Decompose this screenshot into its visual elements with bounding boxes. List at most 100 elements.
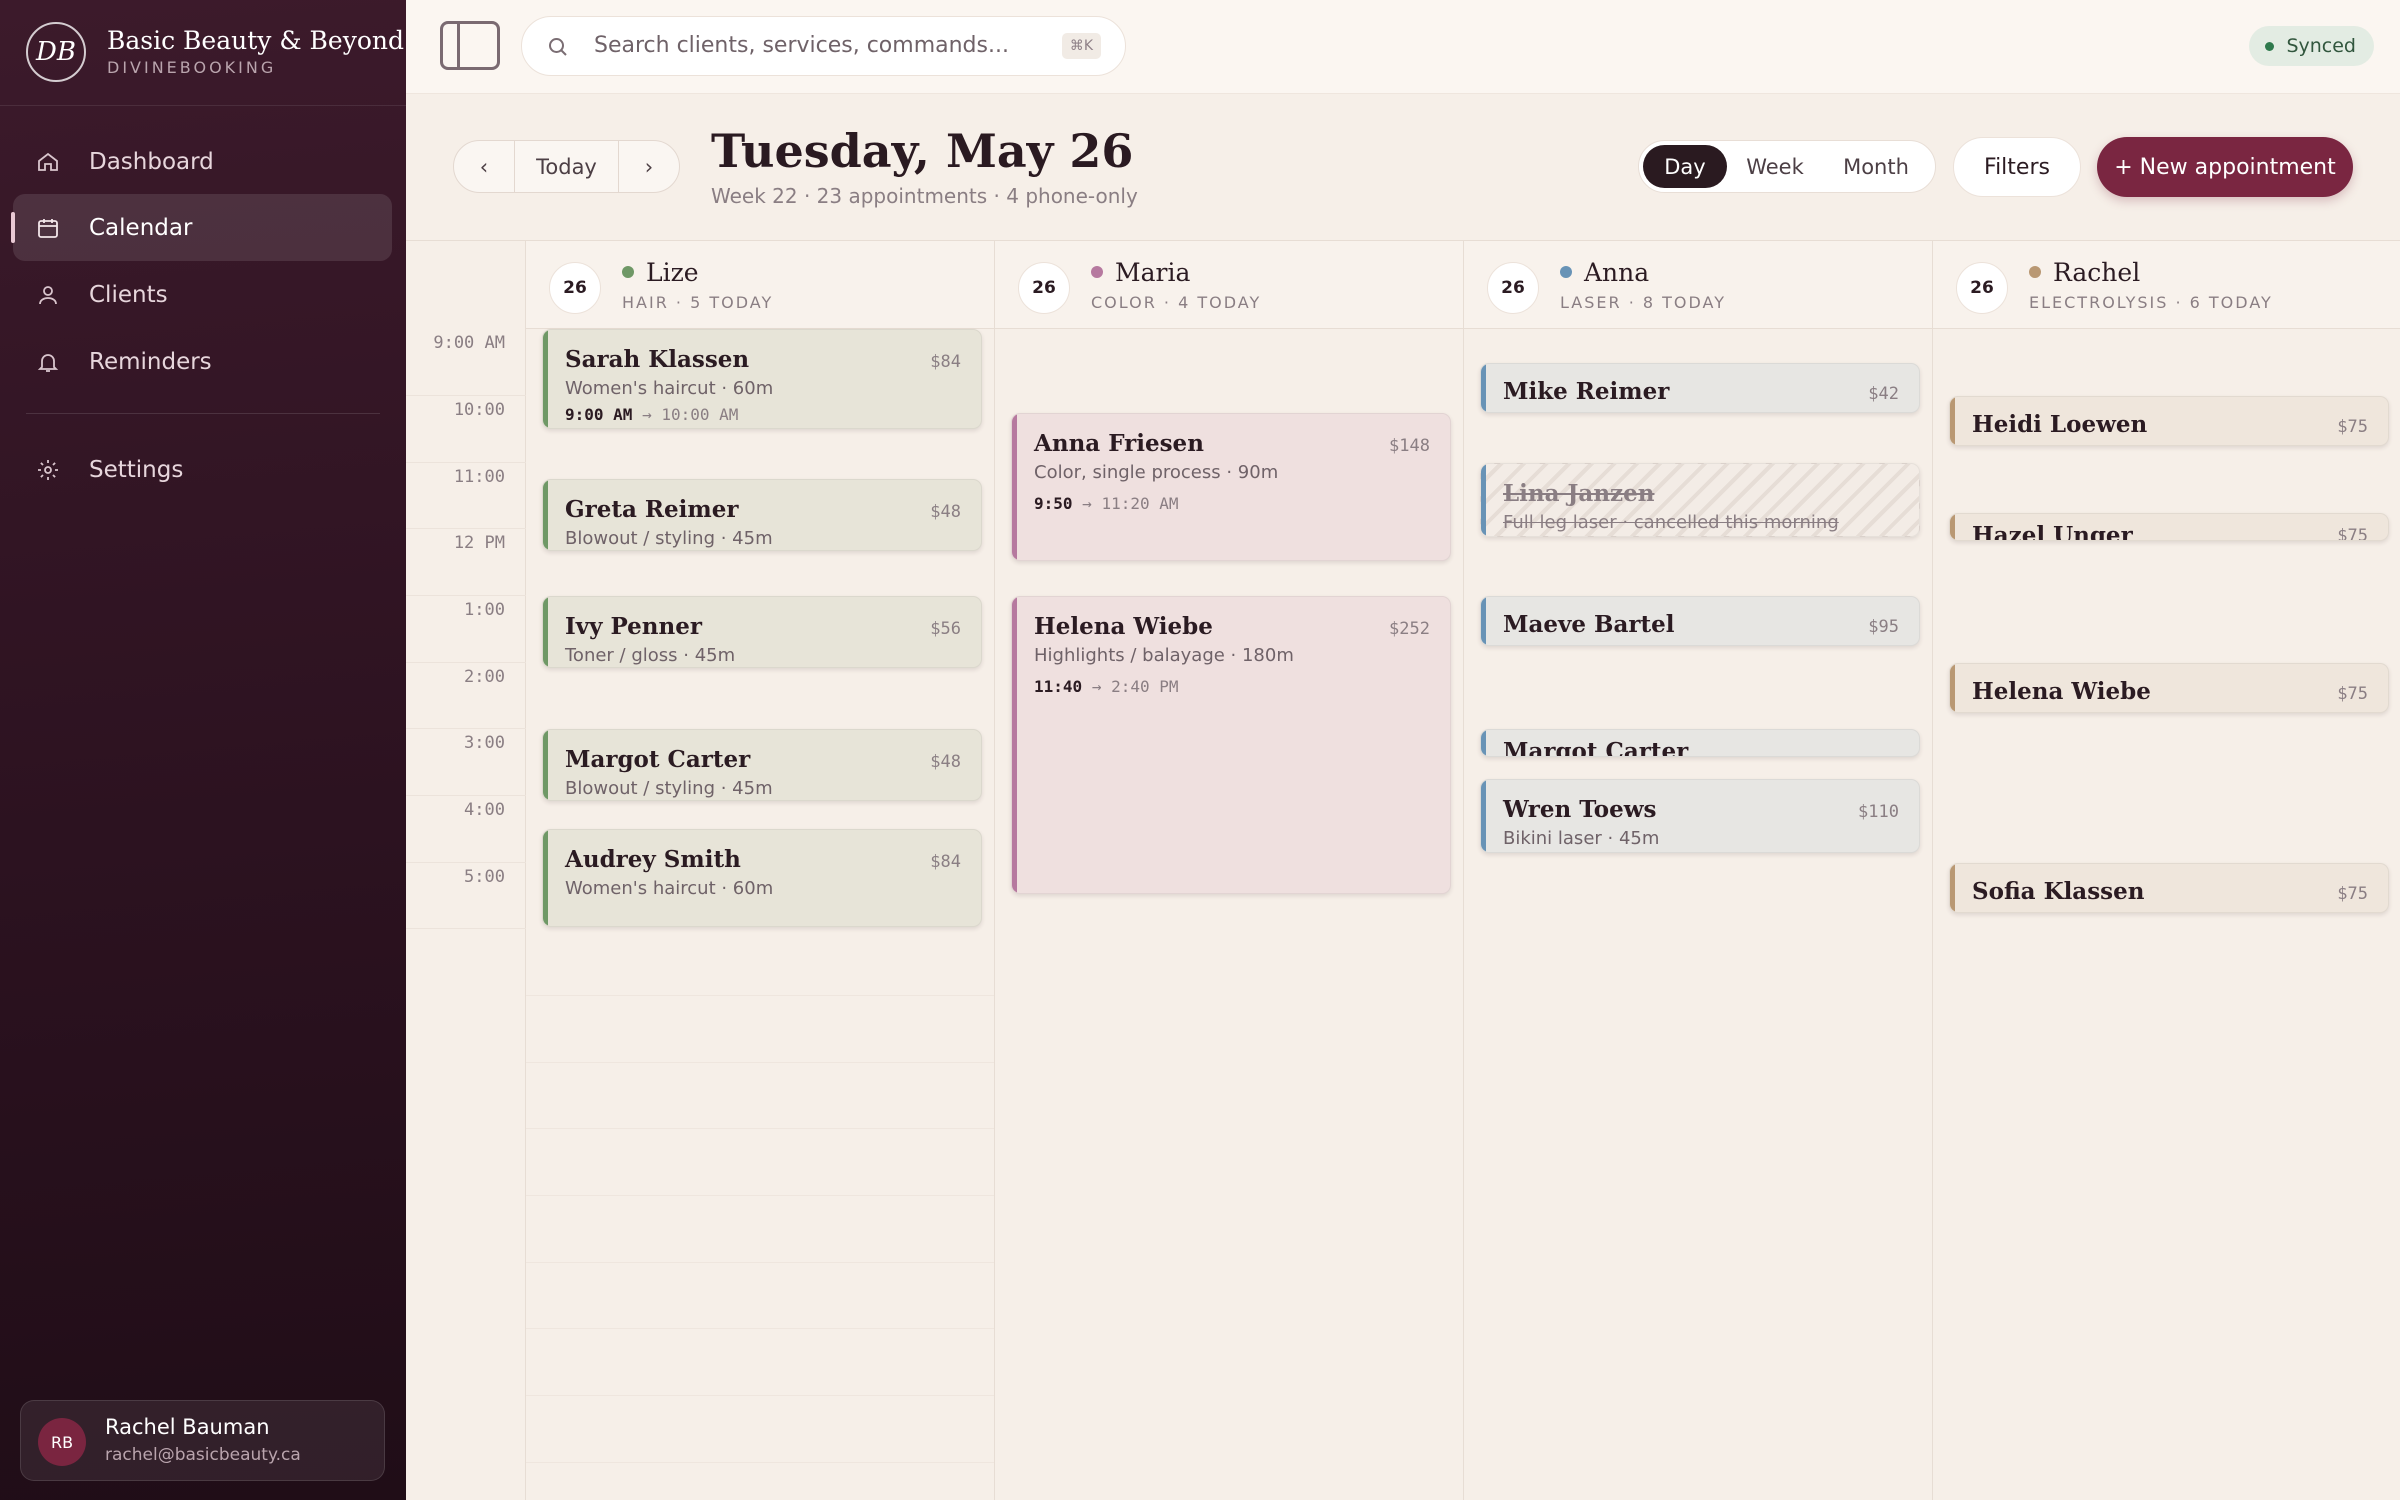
- service: Full leg laser · cancelled this morning: [1503, 512, 1839, 533]
- hour-line: [406, 462, 526, 463]
- view-week-tab[interactable]: Week: [1727, 145, 1823, 188]
- client-name: Ivy Penner: [565, 613, 703, 640]
- service: Bikini laser · 45m: [1503, 828, 1660, 849]
- price: $75: [2337, 417, 2368, 437]
- toggle-sidebar-icon[interactable]: [440, 21, 500, 70]
- price: $75: [2337, 684, 2368, 704]
- time-label: 10:00: [453, 400, 505, 420]
- previous-day-button[interactable]: ‹: [454, 141, 514, 192]
- avatar: RB: [38, 1418, 86, 1466]
- hour-line: [406, 795, 526, 796]
- appointment-card[interactable]: Mike Reimer $42: [1480, 363, 1920, 413]
- staff-meta: ELECTROLYSIS · 6 TODAY: [2029, 293, 2273, 312]
- grid-line: [526, 995, 994, 996]
- appointment-card[interactable]: Hazel Unger $75: [1949, 513, 2389, 541]
- nav-item-calendar[interactable]: Calendar: [11, 194, 392, 261]
- filters-button[interactable]: Filters: [1953, 137, 2081, 197]
- start-time: 9:00 AM: [565, 405, 633, 424]
- search-input[interactable]: Search clients, services, commands... ⌘K: [521, 16, 1126, 76]
- arrow-icon: →: [1082, 494, 1092, 513]
- page-subtitle: Week 22 · 23 appointments · 4 phone-only: [711, 184, 1138, 208]
- staff-header: 26 Rachel ELECTROLYSIS · 6 TODAY: [1933, 241, 2400, 329]
- hour-line: [406, 395, 526, 396]
- user-email: rachel@basicbeauty.ca: [105, 1445, 301, 1465]
- service: Women's haircut · 60m: [565, 378, 774, 399]
- user-card[interactable]: RB Rachel Bauman rachel@basicbeauty.ca: [20, 1400, 385, 1481]
- appointment-card[interactable]: Helena Wiebe $75: [1949, 663, 2389, 713]
- appointment-card[interactable]: Anna Friesen $148 Color, single process …: [1011, 413, 1451, 561]
- client-name: Anna Friesen: [1034, 430, 1204, 457]
- nav-label: Reminders: [89, 348, 212, 375]
- nav-label: Calendar: [89, 214, 193, 241]
- nav-label: Dashboard: [89, 148, 214, 175]
- nav-item-reminders[interactable]: Reminders: [13, 328, 392, 395]
- time-range: 11:40 → 2:40 PM: [1034, 677, 1179, 696]
- today-button[interactable]: Today: [514, 141, 619, 192]
- nav-item-dashboard[interactable]: Dashboard: [13, 128, 392, 195]
- client-name: Margot Carter: [1503, 738, 1689, 757]
- appointment-card[interactable]: Ivy Penner $56 Toner / gloss · 45m: [542, 596, 982, 668]
- grid-line: [526, 1062, 994, 1063]
- new-appointment-button[interactable]: + New appointment: [2097, 137, 2353, 197]
- view-day-tab[interactable]: Day: [1643, 145, 1727, 188]
- appointment-card[interactable]: Margot Carter $48 Blowout / styling · 45…: [542, 729, 982, 801]
- grid-line: [526, 1262, 994, 1263]
- price: $48: [930, 752, 961, 772]
- search-icon: [546, 35, 570, 59]
- client-name: Wren Toews: [1503, 796, 1657, 823]
- time-label: 11:00: [453, 467, 505, 487]
- nav-divider: [26, 413, 380, 414]
- staff-name: Anna: [1584, 258, 1650, 287]
- appointment-card[interactable]: Audrey Smith $84 Women's haircut · 60m: [542, 829, 982, 927]
- appointment-card[interactable]: Sarah Klassen $84 Women's haircut · 60m …: [542, 329, 982, 429]
- cancelled-appointment-card[interactable]: Lina Janzen Full leg laser · cancelled t…: [1480, 463, 1920, 537]
- service: Highlights / balayage · 180m: [1034, 645, 1294, 666]
- arrow-icon: →: [1091, 677, 1102, 696]
- appointment-card[interactable]: Margot Carter: [1480, 729, 1920, 757]
- hour-line: [406, 528, 526, 529]
- nav-item-settings[interactable]: Settings: [13, 436, 392, 503]
- sync-status-text: Synced: [2286, 35, 2356, 57]
- appointment-card[interactable]: Helena Wiebe $252 Highlights / balayage …: [1011, 596, 1451, 894]
- start-time: 9:50: [1034, 494, 1073, 513]
- staff-meta: COLOR · 4 TODAY: [1091, 293, 1262, 312]
- nav-label: Settings: [89, 456, 184, 483]
- appointment-card[interactable]: Greta Reimer $48 Blowout / styling · 45m: [542, 479, 982, 551]
- grid-line: [526, 1195, 994, 1196]
- view-month-tab[interactable]: Month: [1823, 145, 1929, 188]
- price: $252: [1389, 619, 1430, 639]
- price: $75: [2337, 526, 2368, 541]
- time-label: 4:00: [464, 800, 505, 820]
- grid-line: [526, 1395, 994, 1396]
- time-label: 1:00: [464, 600, 505, 620]
- service: Color, single process · 90m: [1034, 462, 1279, 483]
- next-day-button[interactable]: ›: [619, 141, 679, 192]
- client-name: Hazel Unger: [1972, 522, 2133, 541]
- client-name: Heidi Loewen: [1972, 411, 2148, 438]
- time-label: 12 PM: [453, 533, 505, 553]
- hour-line: [406, 595, 526, 596]
- staff-meta: LASER · 8 TODAY: [1560, 293, 1727, 312]
- end-time: 11:20 AM: [1101, 494, 1179, 513]
- staff-header: 26 Lize HAIR · 5 TODAY: [526, 241, 994, 329]
- topbar: Search clients, services, commands... ⌘K…: [406, 0, 2400, 94]
- appointment-card[interactable]: Wren Toews $110 Bikini laser · 45m: [1480, 779, 1920, 853]
- appointment-card[interactable]: Heidi Loewen $75: [1949, 396, 2389, 446]
- nav-item-clients[interactable]: Clients: [13, 261, 392, 328]
- time-range: 9:00 AM → 10:00 AM: [565, 405, 738, 424]
- grid-line: [526, 1462, 994, 1463]
- brand-subtitle: DIVINEBOOKING: [107, 58, 277, 77]
- price: $84: [930, 852, 961, 872]
- view-switcher: Day Week Month: [1638, 140, 1936, 193]
- staff-name: Lize: [646, 258, 699, 287]
- appointment-card[interactable]: Sofia Klassen $75: [1949, 863, 2389, 913]
- time-label: 5:00: [464, 867, 505, 887]
- appointment-card[interactable]: Maeve Bartel $95: [1480, 596, 1920, 646]
- client-name: Audrey Smith: [565, 846, 741, 873]
- time-gutter: 9:00 AM 10:00 11:00 12 PM 1:00 2:00 3:00…: [406, 241, 526, 1500]
- staff-color-dot: [1091, 266, 1103, 278]
- staff-column-maria: 26 Maria COLOR · 4 TODAY Anna Friesen $1…: [995, 241, 1464, 1500]
- brand: DB Basic Beauty & Beyond DIVINEBOOKING: [0, 0, 406, 106]
- date-navigation: ‹ Today ›: [453, 140, 680, 193]
- end-time: 2:40 PM: [1111, 677, 1179, 696]
